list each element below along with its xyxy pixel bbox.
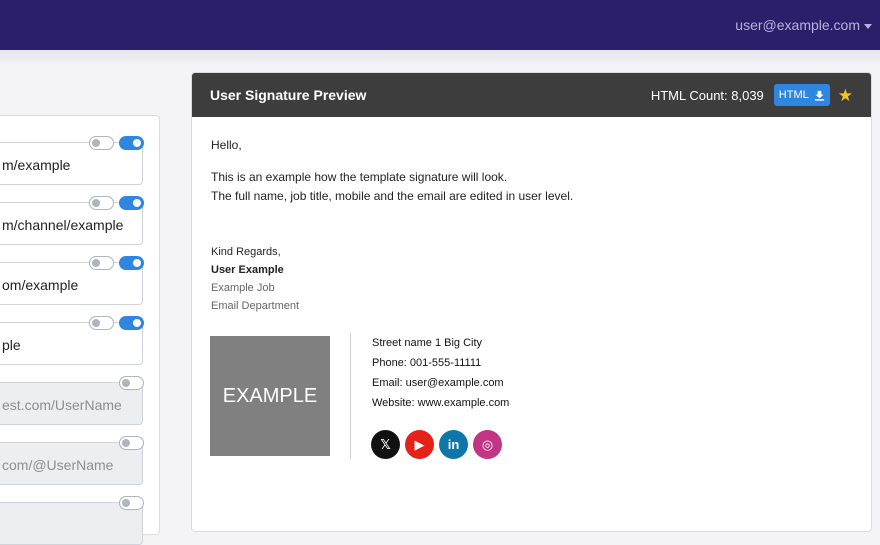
intro-line-2: The full name, job title, mobile and the… (211, 189, 574, 203)
youtube-icon[interactable]: ▶ (405, 430, 434, 459)
address: Street name 1 Big City (372, 337, 483, 349)
social-link-row (0, 496, 153, 545)
toggle-switch[interactable] (89, 316, 114, 330)
toggle-switch[interactable] (119, 496, 144, 510)
social-link-row: om/example (0, 256, 153, 305)
user-menu-dropdown[interactable]: user@example.com (735, 17, 872, 33)
social-link-row: est.com/UserName (0, 376, 153, 425)
toggle-switch[interactable] (89, 256, 114, 270)
regards: Kind Regards, (211, 246, 281, 258)
website: Website: www.example.com (372, 397, 510, 409)
social-link-row: ple (0, 316, 153, 365)
html-button-label: HTML (778, 89, 809, 101)
signature-divider (350, 333, 351, 459)
navbar-shadow (0, 50, 880, 66)
toggle-switch[interactable] (89, 136, 114, 150)
toggle-switch[interactable] (89, 196, 114, 210)
card-title: User Signature Preview (210, 87, 367, 103)
signature-preview-card: User Signature Preview HTML Count: 8,039… (191, 72, 872, 532)
top-navbar: user@example.com (0, 0, 880, 50)
caret-down-icon (864, 23, 872, 29)
card-header: User Signature Preview HTML Count: 8,039… (192, 73, 871, 117)
logo-text: EXAMPLE (222, 384, 318, 407)
toggle-switch[interactable] (119, 436, 144, 450)
social-icons: 𝕏 ▶ in ◎ (371, 430, 502, 459)
html-download-button[interactable]: HTML (773, 84, 830, 106)
greeting: Hello, (211, 138, 242, 152)
toggle-switch[interactable] (119, 376, 144, 390)
instagram-icon[interactable]: ◎ (473, 430, 502, 459)
intro-line-1: This is an example how the template sign… (211, 170, 508, 184)
social-link-row: m/example (0, 136, 153, 185)
signature-job: Example Job (211, 282, 275, 294)
user-email: user@example.com (735, 17, 860, 33)
x-icon[interactable]: 𝕏 (371, 430, 400, 459)
signature-name: User Example (211, 264, 284, 276)
phone: Phone: 001-555-11111 (372, 357, 482, 369)
toggle-switch[interactable] (119, 316, 144, 330)
toggle-switch[interactable] (119, 256, 144, 270)
toggle-switch[interactable] (119, 196, 144, 210)
social-link-row: m/channel/example (0, 196, 153, 245)
toggle-switch[interactable] (119, 136, 144, 150)
download-icon (814, 90, 824, 101)
social-link-row: com/@UserName (0, 436, 153, 485)
email: Email: user@example.com (372, 377, 504, 389)
signature-department: Email Department (211, 300, 300, 312)
star-icon[interactable]: ★ (838, 87, 853, 104)
social-links-panel: m/example m/channel/example om/example ple e… (0, 115, 160, 545)
company-logo: EXAMPLE (210, 336, 330, 456)
linkedin-icon[interactable]: in (439, 430, 468, 459)
html-count: HTML Count: 8,039 (650, 87, 764, 103)
